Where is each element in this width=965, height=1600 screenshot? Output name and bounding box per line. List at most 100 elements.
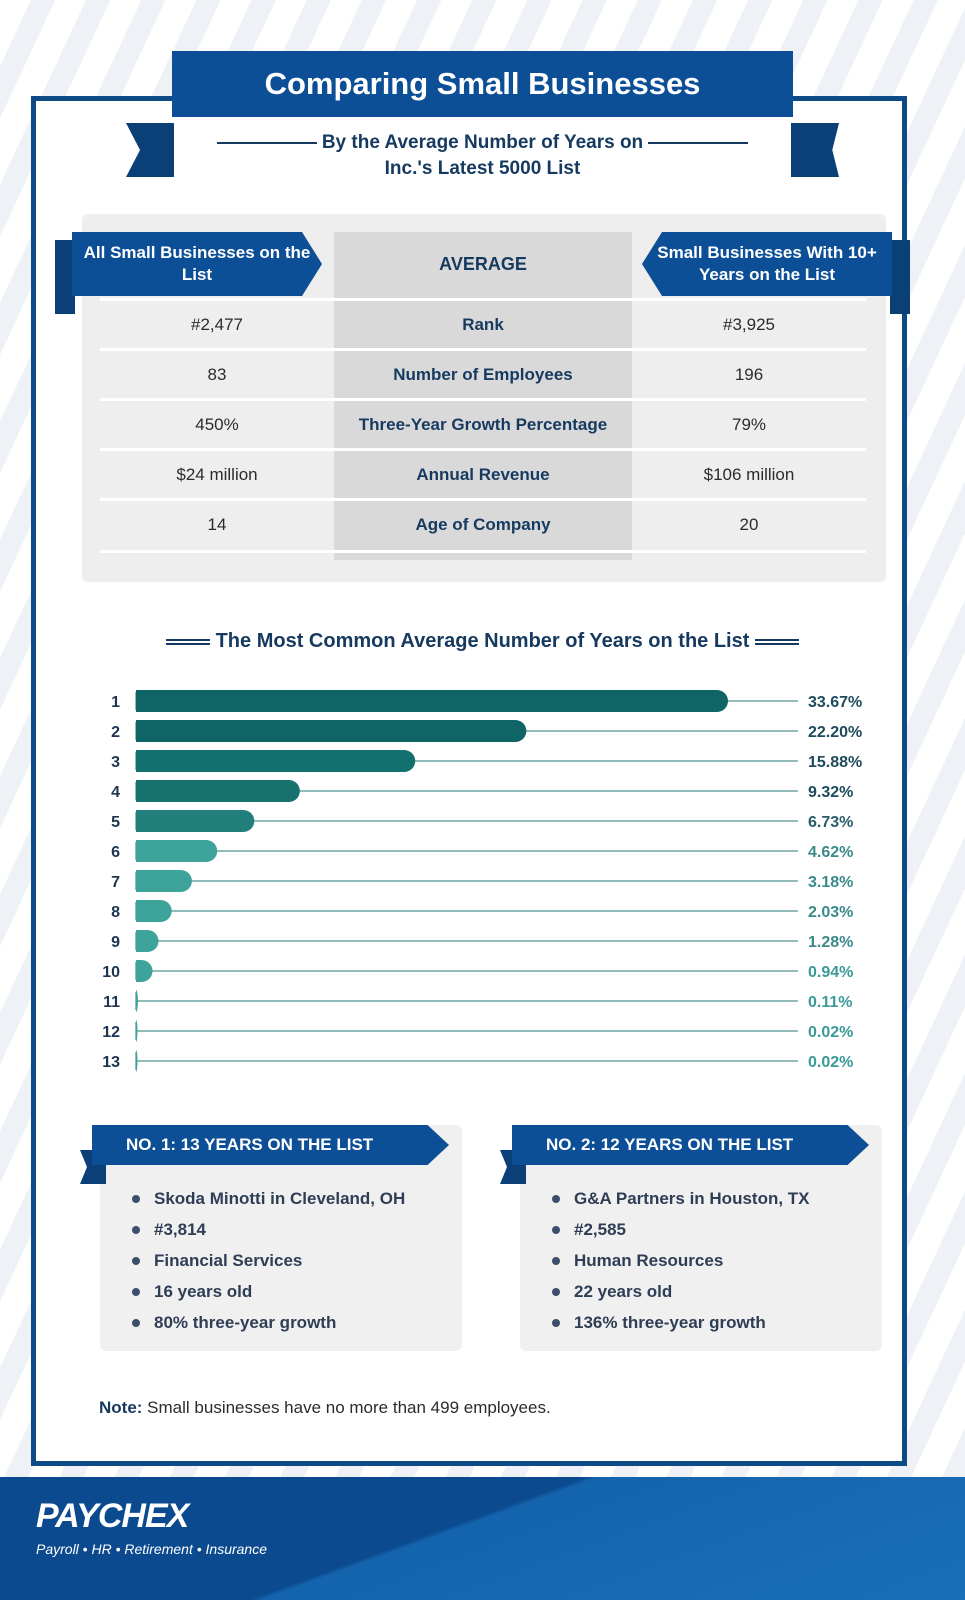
list-item: G&A Partners in Houston, TX: [552, 1183, 810, 1214]
bar-chart: 1 33.67% 2 22.20% 3 15.88% 4 9.32% 5 6.73% 6 4.62% 7…: [102, 690, 862, 1072]
table-bottom-rule: [100, 550, 866, 555]
list-item: 16 years old: [132, 1276, 405, 1307]
note-text: Small businesses have no more than 499 e…: [142, 1398, 551, 1417]
bar: [136, 720, 527, 742]
cell-ten-plus: 79%: [731, 415, 767, 434]
divider-line: [216, 141, 317, 144]
value-label: 1.28%: [808, 934, 853, 951]
tagline: Payroll • HR • Retirement • Insurance: [36, 1541, 268, 1557]
category-label: 5: [111, 814, 120, 831]
chart-title-text: The Most Common Average Number of Years …: [215, 630, 750, 652]
card-list: G&A Partners in Houston, TX #2,585 Human…: [552, 1183, 810, 1338]
bullet-icon: [552, 1225, 560, 1234]
value-label: 2.03%: [808, 904, 853, 921]
list-item: Financial Services: [132, 1245, 405, 1276]
cell-ten-plus: 196: [734, 365, 764, 384]
value-label: 3.18%: [808, 874, 853, 891]
cell-all: 450%: [195, 415, 239, 434]
bullet-icon: [552, 1318, 560, 1327]
table-row: #2,477 Rank #3,925: [100, 298, 866, 350]
category-label: 8: [111, 904, 120, 921]
table-row: 450% Three-Year Growth Percentage 79%: [100, 398, 866, 450]
footer: PAYCHEX Payroll • HR • Retirement • Insu…: [0, 1477, 965, 1600]
bar: [136, 960, 153, 982]
category-label: 11: [103, 994, 120, 1011]
category-label: 13: [102, 1054, 120, 1071]
cell-metric: Number of Employees: [393, 365, 573, 384]
note-label: Note:: [99, 1398, 143, 1417]
bar: [136, 1050, 138, 1072]
bar: [136, 900, 172, 922]
divider-line: [166, 638, 211, 645]
bullet-icon: [132, 1256, 140, 1265]
column-header-all: All Small Businesses on the List: [72, 232, 322, 296]
value-label: 22.20%: [808, 724, 862, 741]
cell-metric: Rank: [462, 315, 504, 334]
list-item: 136% three-year growth: [552, 1307, 810, 1338]
bullet-icon: [552, 1256, 560, 1265]
bar: [136, 930, 159, 952]
value-label: 15.88%: [808, 754, 862, 771]
ribbon-tail: [890, 240, 910, 314]
chart-title: The Most Common Average Number of Years …: [0, 630, 965, 653]
value-label: 0.11%: [808, 994, 852, 1011]
divider-line: [648, 141, 749, 144]
column-header-ten-plus: Small Businesses With 10+ Years on the L…: [642, 232, 892, 296]
divider-line: [754, 638, 799, 645]
category-label: 6: [111, 844, 120, 861]
value-label: 0.94%: [808, 964, 853, 981]
table-row: 83 Number of Employees 196: [100, 348, 866, 400]
category-label: 3: [111, 754, 120, 771]
bar: [136, 780, 300, 802]
list-item: 22 years old: [552, 1276, 810, 1307]
cell-all: 14: [207, 515, 227, 534]
cell-all: 83: [207, 365, 227, 384]
table-row: 14 Age of Company 20: [100, 498, 866, 550]
paychex-logo: PAYCHEX: [36, 1497, 189, 1535]
footnote: Note: Small businesses have no more than…: [99, 1398, 551, 1418]
bar: [136, 990, 138, 1012]
page-title: Comparing Small Businesses: [172, 51, 793, 117]
bar: [136, 1020, 138, 1042]
bullet-icon: [132, 1225, 140, 1234]
cell-ten-plus: $106 million: [703, 465, 795, 484]
table-row: $24 million Annual Revenue $106 million: [100, 448, 866, 500]
category-label: 10: [102, 964, 120, 981]
card-title: NO. 1: 13 YEARS ON THE LIST: [92, 1125, 449, 1165]
cell-all: #2,477: [191, 315, 243, 334]
subtitle-line-1: By the Average Number of Years on: [321, 132, 644, 153]
bullet-icon: [552, 1194, 560, 1203]
list-item: #3,814: [132, 1214, 405, 1245]
list-item: Skoda Minotti in Cleveland, OH: [132, 1183, 405, 1214]
bar: [136, 690, 728, 712]
category-label: 2: [111, 724, 120, 741]
value-label: 0.02%: [808, 1024, 853, 1041]
category-label: 12: [102, 1024, 120, 1041]
cell-ten-plus: #3,925: [723, 315, 775, 334]
bar: [136, 810, 255, 832]
cell-metric: Three-Year Growth Percentage: [358, 415, 608, 434]
bullet-icon: [132, 1287, 140, 1296]
subtitle: By the Average Number of Years on Inc.'s…: [0, 130, 965, 182]
bar: [136, 840, 218, 862]
bullet-icon: [552, 1287, 560, 1296]
cell-ten-plus: 20: [739, 515, 759, 534]
cell-metric: Age of Company: [415, 515, 551, 534]
category-label: 1: [111, 694, 120, 711]
value-label: 0.02%: [808, 1054, 853, 1071]
category-label: 9: [111, 934, 120, 951]
value-label: 6.73%: [808, 814, 853, 831]
bullet-icon: [132, 1194, 140, 1203]
column-header-average: AVERAGE: [439, 253, 527, 274]
cell-metric: Annual Revenue: [416, 465, 550, 484]
subtitle-line-2: Inc.'s Latest 5000 List: [384, 158, 581, 179]
value-label: 4.62%: [808, 844, 853, 861]
cell-all: $24 million: [176, 465, 258, 484]
value-label: 33.67%: [808, 694, 862, 711]
list-item: #2,585: [552, 1214, 810, 1245]
list-item: Human Resources: [552, 1245, 810, 1276]
bar: [136, 870, 192, 892]
category-label: 7: [111, 874, 120, 891]
value-label: 9.32%: [808, 784, 853, 801]
bullet-icon: [132, 1318, 140, 1327]
